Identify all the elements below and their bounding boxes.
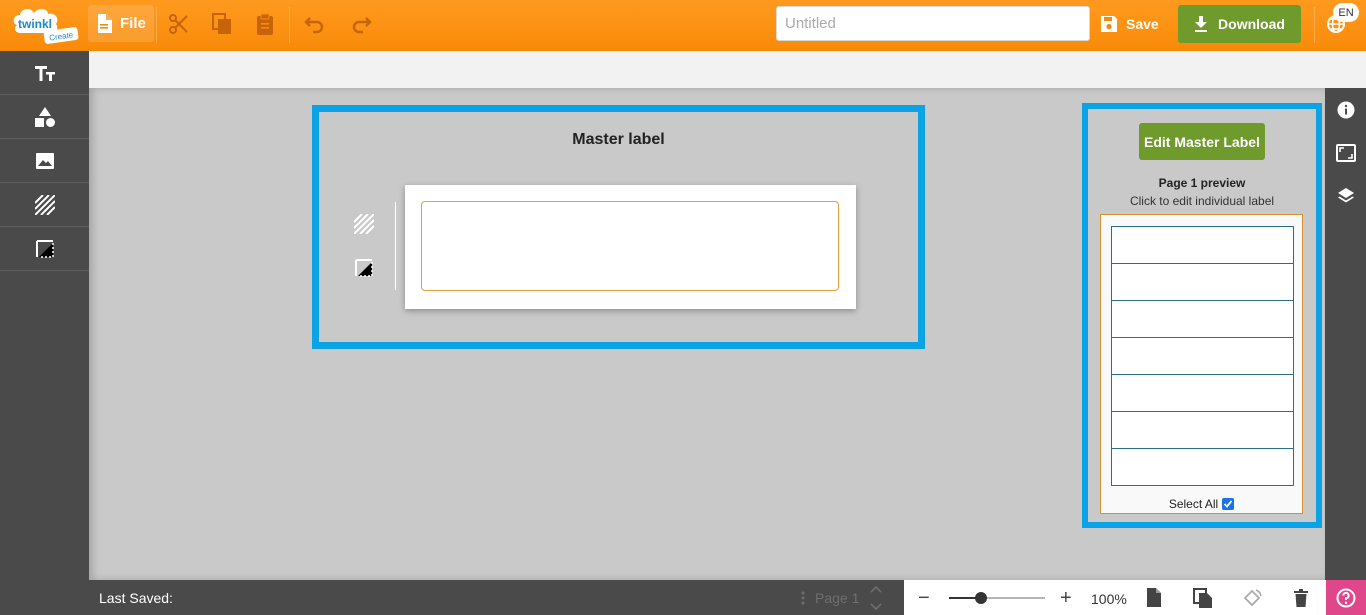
page-indicator[interactable]: Page 1 (801, 580, 883, 615)
zoom-percentage: 100% (1091, 591, 1127, 607)
shapes-tool[interactable] (0, 95, 89, 139)
master-label-area[interactable] (421, 201, 839, 291)
zoom-out-button[interactable]: − (918, 587, 930, 610)
shapes-icon (34, 106, 55, 127)
page-actions (1129, 580, 1326, 615)
document-title-input[interactable] (776, 6, 1090, 41)
trash-icon (1293, 588, 1308, 607)
left-tool-panel (0, 51, 89, 615)
editor-app: twinkl Create File Save Download EN (0, 0, 1366, 615)
master-label-panel: Master label (312, 105, 925, 349)
zoom-control: − + 100% (904, 580, 1129, 615)
last-saved-text: Last Saved: (99, 590, 173, 606)
preview-label-5[interactable] (1111, 374, 1294, 412)
layers-icon (1337, 187, 1354, 202)
help-button[interactable] (1326, 580, 1366, 615)
preview-title: Page 1 preview (1158, 176, 1246, 190)
select-all-checkbox[interactable] (1222, 498, 1235, 510)
sub-toolbar (89, 51, 1366, 88)
save-button[interactable]: Save (1100, 11, 1159, 37)
paste-icon[interactable] (253, 12, 277, 36)
zoom-slider-handle[interactable] (974, 592, 987, 604)
image-tool[interactable] (0, 139, 89, 183)
preview-label-2[interactable] (1111, 263, 1294, 301)
copy-icon[interactable] (210, 12, 234, 36)
save-icon (1101, 16, 1117, 32)
preview-page: Select All (1100, 214, 1303, 514)
download-icon (1195, 16, 1208, 32)
redo-icon[interactable] (350, 12, 374, 36)
master-label-title: Master label (572, 131, 665, 148)
layers-button[interactable] (1325, 174, 1366, 217)
info-icon (1337, 101, 1354, 118)
page-stepper-icon[interactable] (869, 583, 883, 613)
more-vertical-icon[interactable] (801, 591, 805, 605)
file-label: File (120, 15, 146, 32)
undo-icon[interactable] (302, 12, 326, 36)
status-bar: Last Saved: Page 1 − + 100% (89, 580, 1366, 615)
zoom-in-button[interactable]: + (1060, 587, 1072, 610)
page-indicator-label: Page 1 (815, 589, 860, 606)
preview-label-list (1111, 226, 1294, 486)
preview-label-6[interactable] (1111, 411, 1294, 449)
add-page-button[interactable] (1129, 580, 1178, 615)
fit-screen-button[interactable] (1325, 131, 1366, 174)
top-toolbar: twinkl Create File Save Download EN (0, 0, 1366, 51)
page-icon (1146, 588, 1161, 607)
language-badge[interactable]: EN (1333, 3, 1359, 22)
duplicate-page-button[interactable] (1178, 580, 1227, 615)
pattern-icon[interactable] (354, 214, 374, 234)
border-tool[interactable] (0, 227, 89, 271)
save-label: Save (1126, 16, 1159, 32)
download-button[interactable]: Download (1178, 5, 1301, 43)
page-preview-panel: Edit Master Label Page 1 preview Click t… (1082, 103, 1322, 528)
toolbar-divider (156, 7, 157, 43)
text-tool[interactable] (0, 51, 89, 95)
check-icon (1224, 500, 1233, 508)
tool-divider (395, 202, 396, 290)
right-tool-panel (1325, 88, 1366, 580)
download-label: Download (1218, 16, 1285, 32)
preview-label-1[interactable] (1111, 226, 1294, 264)
border-icon (35, 239, 54, 258)
image-icon (35, 152, 54, 169)
select-all-label: Select All (1168, 497, 1219, 511)
help-icon (1336, 588, 1356, 607)
file-menu-button[interactable]: File (88, 5, 154, 42)
rotate-icon (1243, 588, 1262, 606)
fit-screen-icon (1335, 143, 1356, 162)
cut-icon[interactable] (167, 12, 191, 36)
preview-subtitle: Click to edit individual label (1129, 194, 1275, 208)
preview-label-7[interactable] (1111, 448, 1294, 486)
toolbar-divider (289, 7, 290, 43)
twinkl-create-logo[interactable]: twinkl Create (8, 5, 80, 45)
edit-master-label-button[interactable]: Edit Master Label (1139, 123, 1265, 160)
master-label-card[interactable] (405, 185, 856, 309)
select-all-control[interactable]: Select All (1101, 497, 1302, 511)
file-icon (98, 14, 112, 33)
pattern-tool[interactable] (0, 183, 89, 227)
pattern-icon (34, 194, 55, 215)
border-icon[interactable] (354, 258, 374, 278)
duplicate-page-icon (1192, 587, 1212, 608)
logo-text: twinkl (18, 17, 52, 31)
toolbar-divider (1314, 7, 1315, 43)
preview-label-4[interactable] (1111, 337, 1294, 375)
text-icon (34, 65, 55, 81)
info-button[interactable] (1325, 88, 1366, 131)
rotate-page-button[interactable] (1227, 580, 1276, 615)
preview-label-3[interactable] (1111, 300, 1294, 338)
delete-page-button[interactable] (1276, 580, 1325, 615)
